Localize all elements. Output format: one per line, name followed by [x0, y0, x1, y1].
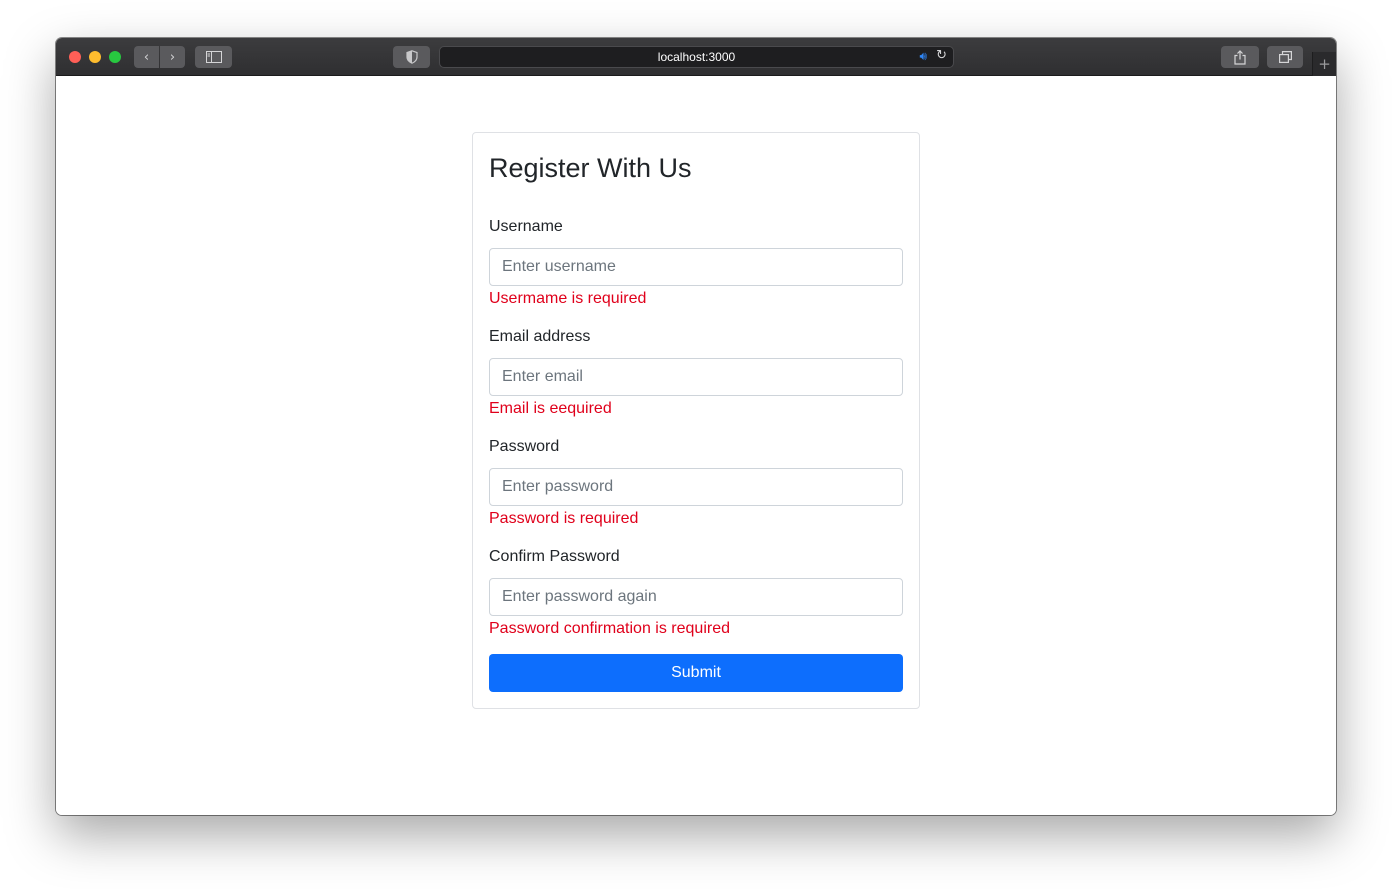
email-error: Email is eequired: [489, 400, 612, 417]
register-card: Register With Us Username Usermame is re…: [472, 132, 920, 709]
password-label: Password: [489, 438, 560, 455]
chevron-right-icon: ›: [169, 49, 176, 65]
browser-window: ‹ › localhost:3000 🔊︎ ↻ + Register With …: [56, 38, 1336, 815]
share-button[interactable]: [1221, 46, 1259, 68]
reload-icon[interactable]: ↻: [936, 48, 947, 63]
username-group: Username Usermame is required: [489, 218, 903, 310]
email-group: Email address Email is eequired: [489, 328, 903, 420]
confirm-password-error: Password confirmation is required: [489, 620, 730, 637]
sidebar-button[interactable]: [195, 46, 232, 68]
privacy-report-button[interactable]: [393, 46, 430, 68]
password-group: Password Password is required: [489, 438, 903, 530]
speaker-icon[interactable]: 🔊︎: [919, 49, 927, 64]
share-icon: [1234, 49, 1246, 65]
page-title: Register With Us: [489, 153, 692, 183]
username-label: Username: [489, 218, 563, 235]
confirm-password-group: Confirm Password Password confirmation i…: [489, 548, 903, 640]
confirm-password-label: Confirm Password: [489, 548, 620, 565]
address-text: localhost:3000: [657, 50, 736, 64]
page-content: Register With Us Username Usermame is re…: [56, 76, 1336, 815]
shield-icon: [405, 50, 418, 64]
forward-button[interactable]: ›: [160, 46, 185, 68]
close-window-button[interactable]: [69, 51, 81, 63]
browser-toolbar: ‹ › localhost:3000 🔊︎ ↻ +: [56, 38, 1336, 76]
plus-icon: +: [1318, 55, 1331, 73]
maximize-window-button[interactable]: [109, 51, 121, 63]
new-tab-button[interactable]: +: [1312, 52, 1336, 76]
tabs-overview-icon: [1278, 51, 1292, 63]
address-bar[interactable]: localhost:3000 🔊︎ ↻: [439, 46, 954, 68]
username-error: Usermame is required: [489, 290, 647, 307]
tab-overview-button[interactable]: [1267, 46, 1303, 68]
minimize-window-button[interactable]: [89, 51, 101, 63]
email-label: Email address: [489, 328, 591, 345]
username-input[interactable]: [489, 248, 903, 286]
chevron-left-icon: ‹: [143, 49, 150, 65]
sidebar-icon: [205, 51, 222, 63]
back-button[interactable]: ‹: [134, 46, 159, 68]
email-input[interactable]: [489, 358, 903, 396]
confirm-password-input[interactable]: [489, 578, 903, 616]
password-input[interactable]: [489, 468, 903, 506]
password-error: Password is required: [489, 510, 639, 527]
submit-button[interactable]: Submit: [489, 654, 903, 692]
